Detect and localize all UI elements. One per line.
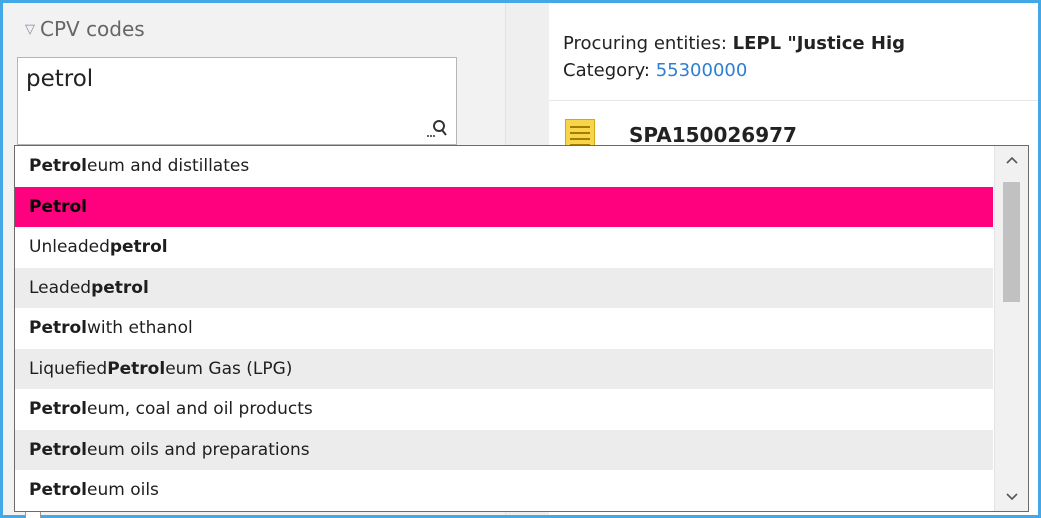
option-text-suffix: eum and distillates	[87, 156, 250, 177]
option-text-suffix: eum, coal and oil products	[87, 399, 313, 420]
cpv-search-input[interactable]: petrol	[17, 57, 457, 145]
cpv-codes-label: CPV codes	[40, 17, 145, 41]
category-label: Category:	[563, 60, 656, 81]
option-text-bold: petrol	[109, 237, 168, 258]
autocomplete-option[interactable]: Petrol eum oils	[15, 470, 993, 511]
triangle-down-icon[interactable]: ▽	[25, 22, 35, 37]
scrollbar-thumb[interactable]	[1003, 182, 1020, 302]
autocomplete-option[interactable]: Petrol	[15, 186, 993, 227]
option-text-prefix: Leaded	[29, 277, 92, 298]
option-text-bold: Petrol	[29, 156, 88, 177]
option-text-bold: Petrol	[107, 358, 166, 379]
option-text-suffix: eum oils	[87, 480, 159, 501]
option-text-bold: Petrol	[29, 399, 88, 420]
autocomplete-option[interactable]: Liquefied Petrol eum Gas (LPG)	[15, 348, 993, 389]
option-text-suffix: eum Gas (LPG)	[165, 358, 293, 379]
option-text-prefix: Liquefied	[29, 358, 108, 379]
autocomplete-list: Petrol eum and distillates Petrol Unleaded …	[15, 146, 1028, 511]
option-text-bold: petrol	[91, 277, 149, 298]
option-text-suffix: with ethanol	[87, 318, 193, 339]
autocomplete-option[interactable]: Petrol eum and distillates	[15, 146, 993, 187]
divider-line	[549, 100, 1038, 101]
option-text-bold: Petrol	[29, 439, 88, 460]
category-link[interactable]: 55300000	[656, 60, 748, 81]
option-text-suffix: eum oils and preparations	[87, 439, 310, 460]
cpv-codes-header[interactable]: ▽ CPV codes	[25, 17, 145, 41]
cpv-search-value[interactable]: petrol	[26, 66, 93, 92]
search-icon[interactable]	[426, 118, 448, 138]
option-text-prefix: Unleaded	[29, 237, 110, 258]
autocomplete-option[interactable]: Petrol eum, coal and oil products	[15, 389, 993, 430]
tender-code[interactable]: SPA150026977	[629, 123, 797, 147]
autocomplete-option[interactable]: Petrol with ethanol	[15, 308, 993, 349]
autocomplete-option[interactable]: Unleaded petrol	[15, 227, 993, 268]
chevron-up-icon[interactable]	[995, 146, 1028, 174]
autocomplete-option[interactable]: Petrol eum oils and preparations	[15, 429, 993, 470]
autocomplete-option[interactable]: Leaded petrol	[15, 267, 993, 308]
option-text-bold: Petrol	[29, 318, 88, 339]
procuring-entities-line: Procuring entities: LEPL "Justice Hig	[563, 33, 905, 54]
dropdown-scrollbar[interactable]	[994, 146, 1028, 511]
chevron-down-icon[interactable]	[995, 483, 1028, 511]
option-text-bold: Petrol	[29, 196, 88, 217]
procuring-entities-value: LEPL "Justice Hig	[732, 33, 905, 54]
procuring-entities-label: Procuring entities:	[563, 33, 733, 54]
option-text-bold: Petrol	[29, 480, 88, 501]
cpv-autocomplete-dropdown[interactable]: Petrol eum and distillates Petrol Unleaded …	[14, 145, 1029, 512]
category-line: Category: 55300000	[563, 60, 747, 81]
